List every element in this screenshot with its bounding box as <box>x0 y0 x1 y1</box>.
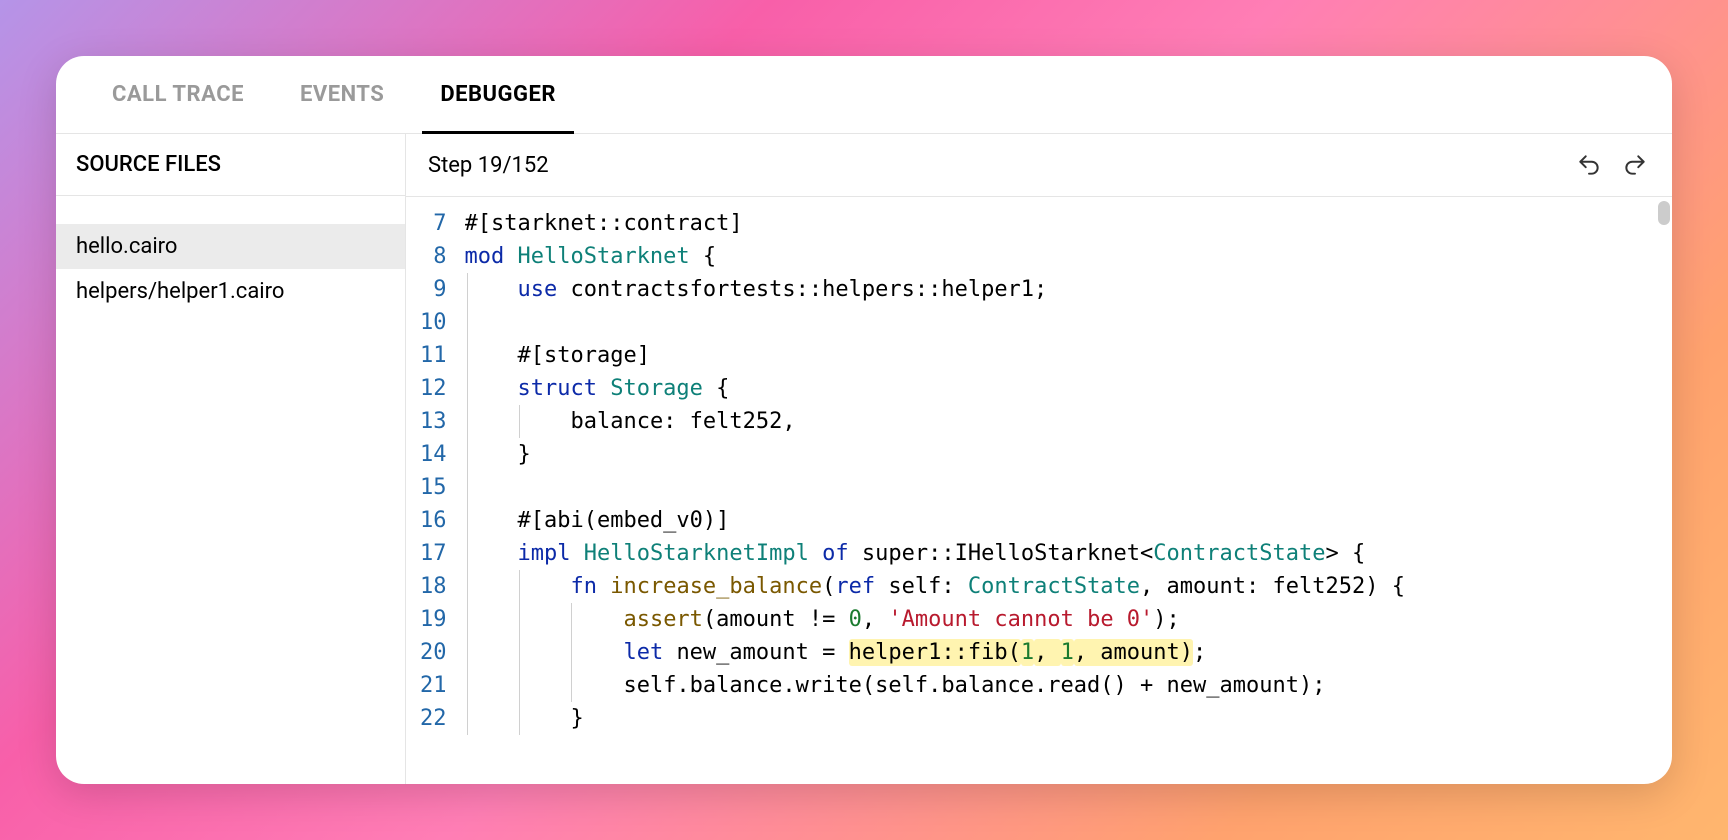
line-number: 17 <box>420 537 447 570</box>
step-label: Step 19/152 <box>428 153 549 178</box>
step-back-button[interactable] <box>1574 150 1604 180</box>
line-number: 22 <box>420 702 447 735</box>
line-number: 14 <box>420 438 447 471</box>
code-line: } <box>465 438 1673 471</box>
line-number: 10 <box>420 306 447 339</box>
line-number: 11 <box>420 339 447 372</box>
code-line: assert(amount != 0, 'Amount cannot be 0'… <box>465 603 1673 636</box>
main-panel: Step 19/152 <box>406 134 1672 784</box>
code-line: } <box>465 702 1673 735</box>
code-line: #[starknet::contract] <box>465 207 1673 240</box>
sidebar-header: SOURCE FILES <box>56 134 405 196</box>
line-number: 16 <box>420 504 447 537</box>
tab-debugger[interactable]: DEBUGGER <box>412 56 584 133</box>
line-number: 12 <box>420 372 447 405</box>
code-line: #[abi(embed_v0)] <box>465 504 1673 537</box>
line-number: 21 <box>420 669 447 702</box>
redo-arrow-icon <box>1622 152 1648 178</box>
tab-call-trace[interactable]: CALL TRACE <box>84 56 272 133</box>
code-line: #[storage] <box>465 339 1673 372</box>
line-gutter: 78910111213141516171819202122 <box>406 197 465 784</box>
code-line: impl HelloStarknetImpl of super::IHelloS… <box>465 537 1673 570</box>
code-line <box>465 471 1673 504</box>
line-number: 18 <box>420 570 447 603</box>
tab-bar: CALL TRACE EVENTS DEBUGGER <box>56 56 1672 134</box>
line-number: 19 <box>420 603 447 636</box>
line-number: 20 <box>420 636 447 669</box>
code-line: balance: felt252, <box>465 405 1673 438</box>
code-line: fn increase_balance(ref self: ContractSt… <box>465 570 1673 603</box>
code-content: #[starknet::contract]mod HelloStarknet {… <box>465 197 1673 784</box>
line-number: 8 <box>420 240 447 273</box>
step-forward-button[interactable] <box>1620 150 1650 180</box>
code-line: let new_amount = helper1::fib(1, 1, amou… <box>465 636 1673 669</box>
code-line: struct Storage { <box>465 372 1673 405</box>
line-number: 13 <box>420 405 447 438</box>
undo-arrow-icon <box>1576 152 1602 178</box>
file-list: hello.cairo helpers/helper1.cairo <box>56 196 405 314</box>
code-line: self.balance.write(self.balance.read() +… <box>465 669 1673 702</box>
file-item-helper1[interactable]: helpers/helper1.cairo <box>56 269 405 314</box>
step-controls <box>1574 150 1650 180</box>
sidebar: SOURCE FILES hello.cairo helpers/helper1… <box>56 134 406 784</box>
line-number: 9 <box>420 273 447 306</box>
line-number: 15 <box>420 471 447 504</box>
code-line: mod HelloStarknet { <box>465 240 1673 273</box>
tab-events[interactable]: EVENTS <box>272 56 412 133</box>
code-area[interactable]: 78910111213141516171819202122 #[starknet… <box>406 197 1672 784</box>
line-number: 7 <box>420 207 447 240</box>
debugger-window: CALL TRACE EVENTS DEBUGGER SOURCE FILES … <box>56 56 1672 784</box>
code-line: use contractsfortests::helpers::helper1; <box>465 273 1673 306</box>
step-bar: Step 19/152 <box>406 134 1672 197</box>
content-area: SOURCE FILES hello.cairo helpers/helper1… <box>56 134 1672 784</box>
file-item-hello[interactable]: hello.cairo <box>56 224 405 269</box>
code-line <box>465 306 1673 339</box>
